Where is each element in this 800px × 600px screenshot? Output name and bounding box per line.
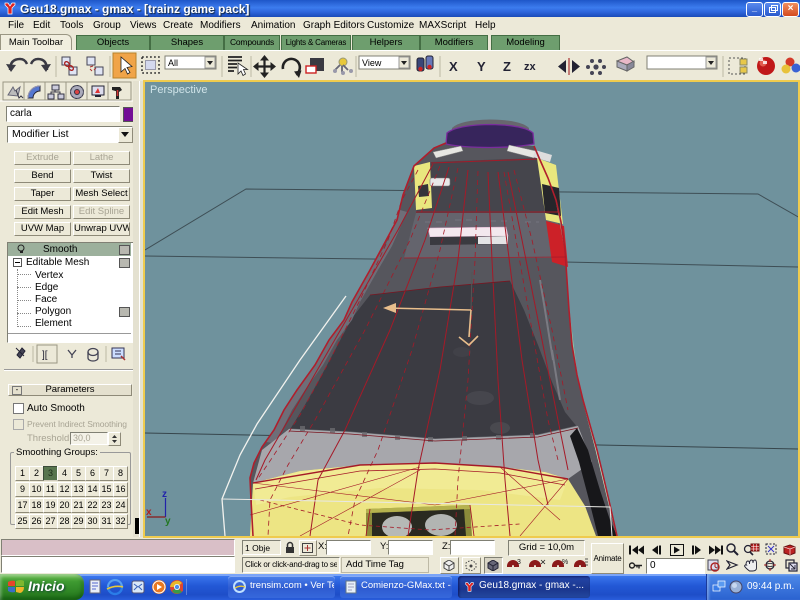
- svg-text:z: z: [162, 489, 167, 500]
- svg-text:y: y: [165, 516, 171, 527]
- svg-text:Perspective: Perspective: [150, 84, 207, 96]
- svg-text:All: All: [168, 58, 178, 68]
- svg-text:Y: Y: [477, 59, 486, 74]
- svg-text:%: %: [562, 559, 568, 566]
- svg-text:X: X: [449, 59, 458, 74]
- svg-text:x: x: [146, 507, 152, 518]
- svg-text:View: View: [362, 58, 382, 68]
- svg-text:Z: Z: [503, 59, 511, 74]
- svg-text:3: 3: [517, 559, 521, 566]
- svg-text:zx: zx: [524, 61, 537, 73]
- svg-text:][: ][: [42, 350, 48, 361]
